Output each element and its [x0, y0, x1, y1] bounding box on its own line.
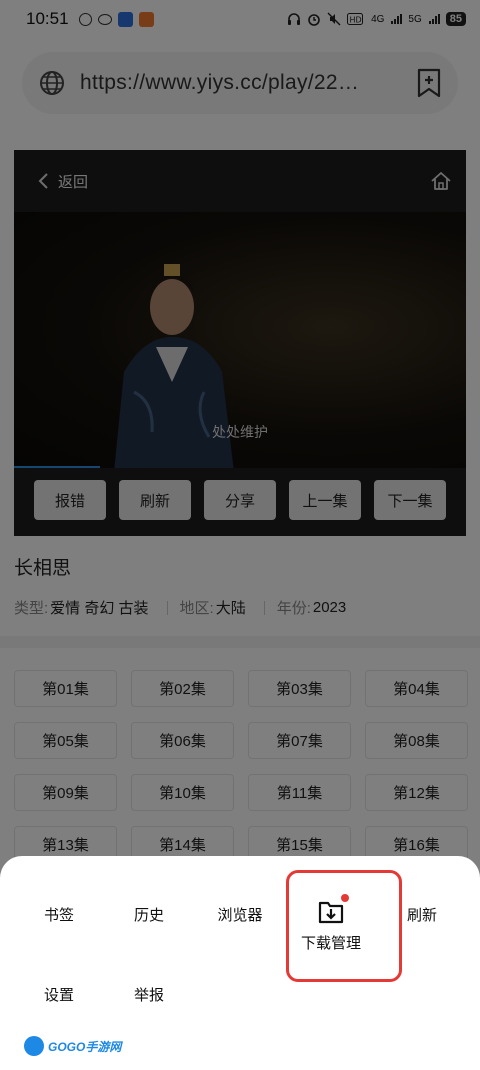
menu-item-label: 浏览器 — [217, 907, 263, 924]
menu-item-label: 举报 — [133, 987, 164, 1004]
highlight-box — [286, 870, 402, 982]
watermark-text: GOGO手游网 — [48, 1039, 122, 1054]
menu-item-browser[interactable]: 浏览器 — [195, 856, 285, 924]
menu-item-label: 刷新 — [406, 907, 437, 924]
bottom-menu-sheet: 书签 历史 浏览器 下载管理 刷新 设置 举报 GOGO手游网 — [0, 856, 480, 1070]
menu-item-report[interactable]: 举报 — [104, 936, 194, 1004]
watermark-badge-icon — [24, 1036, 44, 1056]
menu-item-label: 历史 — [133, 907, 164, 924]
menu-item-bookmarks[interactable]: 书签 — [14, 856, 104, 924]
menu-item-history[interactable]: 历史 — [104, 856, 194, 924]
menu-item-label: 书签 — [43, 907, 74, 924]
menu-item-label: 设置 — [43, 987, 74, 1004]
menu-item-settings[interactable]: 设置 — [14, 936, 104, 1004]
watermark-logo: GOGO手游网 — [24, 1036, 121, 1056]
